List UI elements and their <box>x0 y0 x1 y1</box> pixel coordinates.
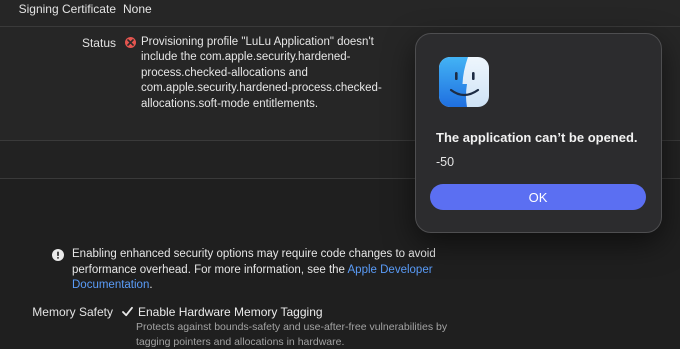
status-message: Provisioning profile "LuLu Application" … <box>141 36 382 110</box>
alert-dialog: The application can’t be opened. -50 OK <box>415 33 662 233</box>
alert-title: The application can’t be opened. <box>436 130 638 145</box>
finder-icon <box>439 57 489 107</box>
memory-tagging-description: Protects against bounds-safety and use-a… <box>136 321 448 348</box>
checkmark-icon[interactable] <box>121 305 134 318</box>
info-exclamation-icon <box>52 249 64 261</box>
hardware-memory-tagging-checkbox[interactable]: Enable Hardware Memory Tagging <box>138 305 323 319</box>
security-info-text: Enabling enhanced security options may r… <box>72 247 452 294</box>
ok-button[interactable]: OK <box>430 184 646 210</box>
alert-error-code: -50 <box>436 155 455 169</box>
error-x-icon <box>125 37 136 48</box>
signing-certificate-value: None <box>123 2 152 16</box>
row-divider <box>0 26 680 27</box>
info-text-suffix: . <box>149 279 153 291</box>
signing-certificate-label: Signing Certificate <box>18 2 116 16</box>
memory-safety-label: Memory Safety <box>32 305 113 319</box>
status-label: Status <box>81 36 116 50</box>
